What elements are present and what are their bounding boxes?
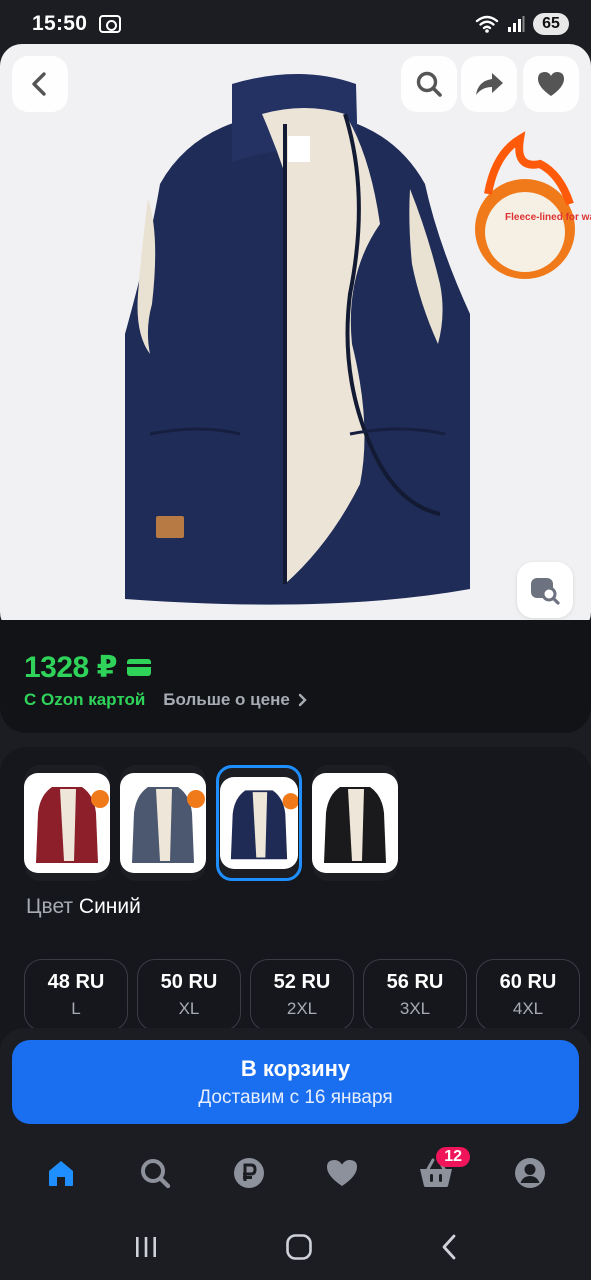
color-thumbnails: [24, 765, 398, 881]
vest-thumbnail-icon: [132, 787, 205, 863]
size-intl: 4XL: [512, 999, 544, 1018]
favorite-button[interactable]: [523, 56, 579, 112]
size-option-56[interactable]: 56 RU 3XL: [363, 959, 467, 1031]
size-ru: 52 RU: [273, 971, 331, 993]
color-label: Цвет: [26, 895, 74, 918]
bottom-tab-bar: 12: [0, 1133, 591, 1213]
variants-card: Цвет Синий 48 RU L 50 RU XL 52 RU 2XL 56…: [0, 747, 591, 1047]
share-arrow-icon: [476, 73, 503, 95]
share-button[interactable]: [461, 56, 517, 112]
size-ru: 56 RU: [386, 971, 444, 993]
cart-count-badge: 12: [436, 1147, 471, 1167]
recent-apps-icon[interactable]: [133, 1235, 159, 1259]
thumb-image: [312, 773, 398, 873]
color-value: Синий: [78, 895, 141, 918]
color-thumb-gray-blue[interactable]: [120, 765, 206, 881]
wifi-icon: [475, 15, 499, 33]
size-intl: XL: [178, 999, 200, 1018]
price-amount: 1328 ₽: [24, 651, 117, 684]
visual-search-button[interactable]: [517, 562, 573, 618]
size-ru: 50 RU: [160, 971, 218, 993]
battery-indicator: 65: [533, 13, 569, 35]
color-thumb-blue-selected[interactable]: [216, 765, 302, 881]
chevron-left-icon: [32, 72, 46, 96]
system-navigation-bar: [0, 1213, 591, 1280]
tab-favorites[interactable]: [312, 1143, 372, 1203]
vest-thumbnail-icon: [230, 790, 298, 860]
vest-thumbnail-icon: [36, 787, 109, 863]
delivery-date-label: Доставим с 16 января: [198, 1086, 393, 1108]
tab-home[interactable]: [31, 1143, 91, 1203]
signal-icon: [508, 16, 525, 32]
add-to-cart-label: В корзину: [240, 1055, 351, 1081]
home-icon: [48, 1161, 73, 1186]
color-thumb-red[interactable]: [24, 765, 110, 881]
heart-icon: [538, 72, 564, 96]
ruble-coin-icon: [233, 1158, 264, 1188]
search-icon: [416, 71, 442, 97]
size-intl: 3XL: [399, 999, 431, 1018]
add-to-cart-area: В корзину Доставим с 16 января: [0, 1028, 591, 1133]
thumb-image: [120, 773, 206, 873]
tab-cart[interactable]: 12: [406, 1143, 471, 1203]
size-option-52[interactable]: 52 RU 2XL: [250, 959, 354, 1031]
more-about-price-link[interactable]: Больше о цене: [163, 690, 290, 710]
ozon-card-label: С Ozon картой: [24, 690, 146, 709]
size-intl: 2XL: [286, 999, 318, 1018]
screenshot-icon: [99, 15, 122, 33]
size-ru: 48 RU: [47, 971, 105, 993]
color-thumb-black[interactable]: [312, 765, 398, 881]
size-option-48[interactable]: 48 RU L: [24, 959, 128, 1031]
product-image-gallery[interactable]: Fleece-lined for warmth: [0, 44, 591, 634]
product-screen: 15:50 65 Fleece-lined for w 1328 ₽ С Ozo…: [0, 0, 591, 1280]
back-button[interactable]: [12, 56, 68, 112]
status-time: 15:50: [32, 12, 88, 35]
tab-finance[interactable]: [219, 1143, 279, 1203]
profile-icon: [515, 1158, 546, 1188]
back-nav-icon[interactable]: [440, 1233, 458, 1261]
thumb-image: [24, 773, 110, 873]
fleece-badge-text: Fleece-lined for warmth: [505, 212, 591, 223]
size-options: 48 RU L 50 RU XL 52 RU 2XL 56 RU 3XL 60 …: [24, 959, 580, 1031]
size-intl: L: [71, 999, 81, 1018]
ozon-card-icon: [126, 659, 151, 676]
color-selection-label: Цвет Синий: [26, 895, 141, 919]
status-right: 65: [475, 13, 569, 35]
status-bar: 15:50 65: [0, 0, 591, 48]
size-option-50[interactable]: 50 RU XL: [137, 959, 241, 1031]
image-search-icon: [531, 578, 560, 605]
vest-thumbnail-icon: [324, 787, 386, 863]
add-to-cart-button[interactable]: В корзину Доставим с 16 января: [12, 1040, 579, 1124]
price-card: 1328 ₽ С Ozon картой Больше о цене: [0, 620, 591, 733]
product-image: Fleece-lined for warmth: [125, 74, 591, 605]
tab-search[interactable]: [125, 1143, 185, 1203]
tab-profile[interactable]: [500, 1143, 560, 1203]
search-icon: [140, 1159, 170, 1189]
search-button[interactable]: [401, 56, 457, 112]
heart-icon: [327, 1160, 358, 1186]
thumb-image: [220, 777, 298, 869]
size-option-60[interactable]: 60 RU 4XL: [476, 959, 580, 1031]
price-row: 1328 ₽: [24, 650, 151, 685]
chevron-right-icon: [298, 693, 307, 707]
price-info-row[interactable]: С Ozon картой Больше о цене: [24, 690, 308, 710]
size-ru: 60 RU: [499, 971, 557, 993]
home-button-icon[interactable]: [285, 1233, 313, 1261]
